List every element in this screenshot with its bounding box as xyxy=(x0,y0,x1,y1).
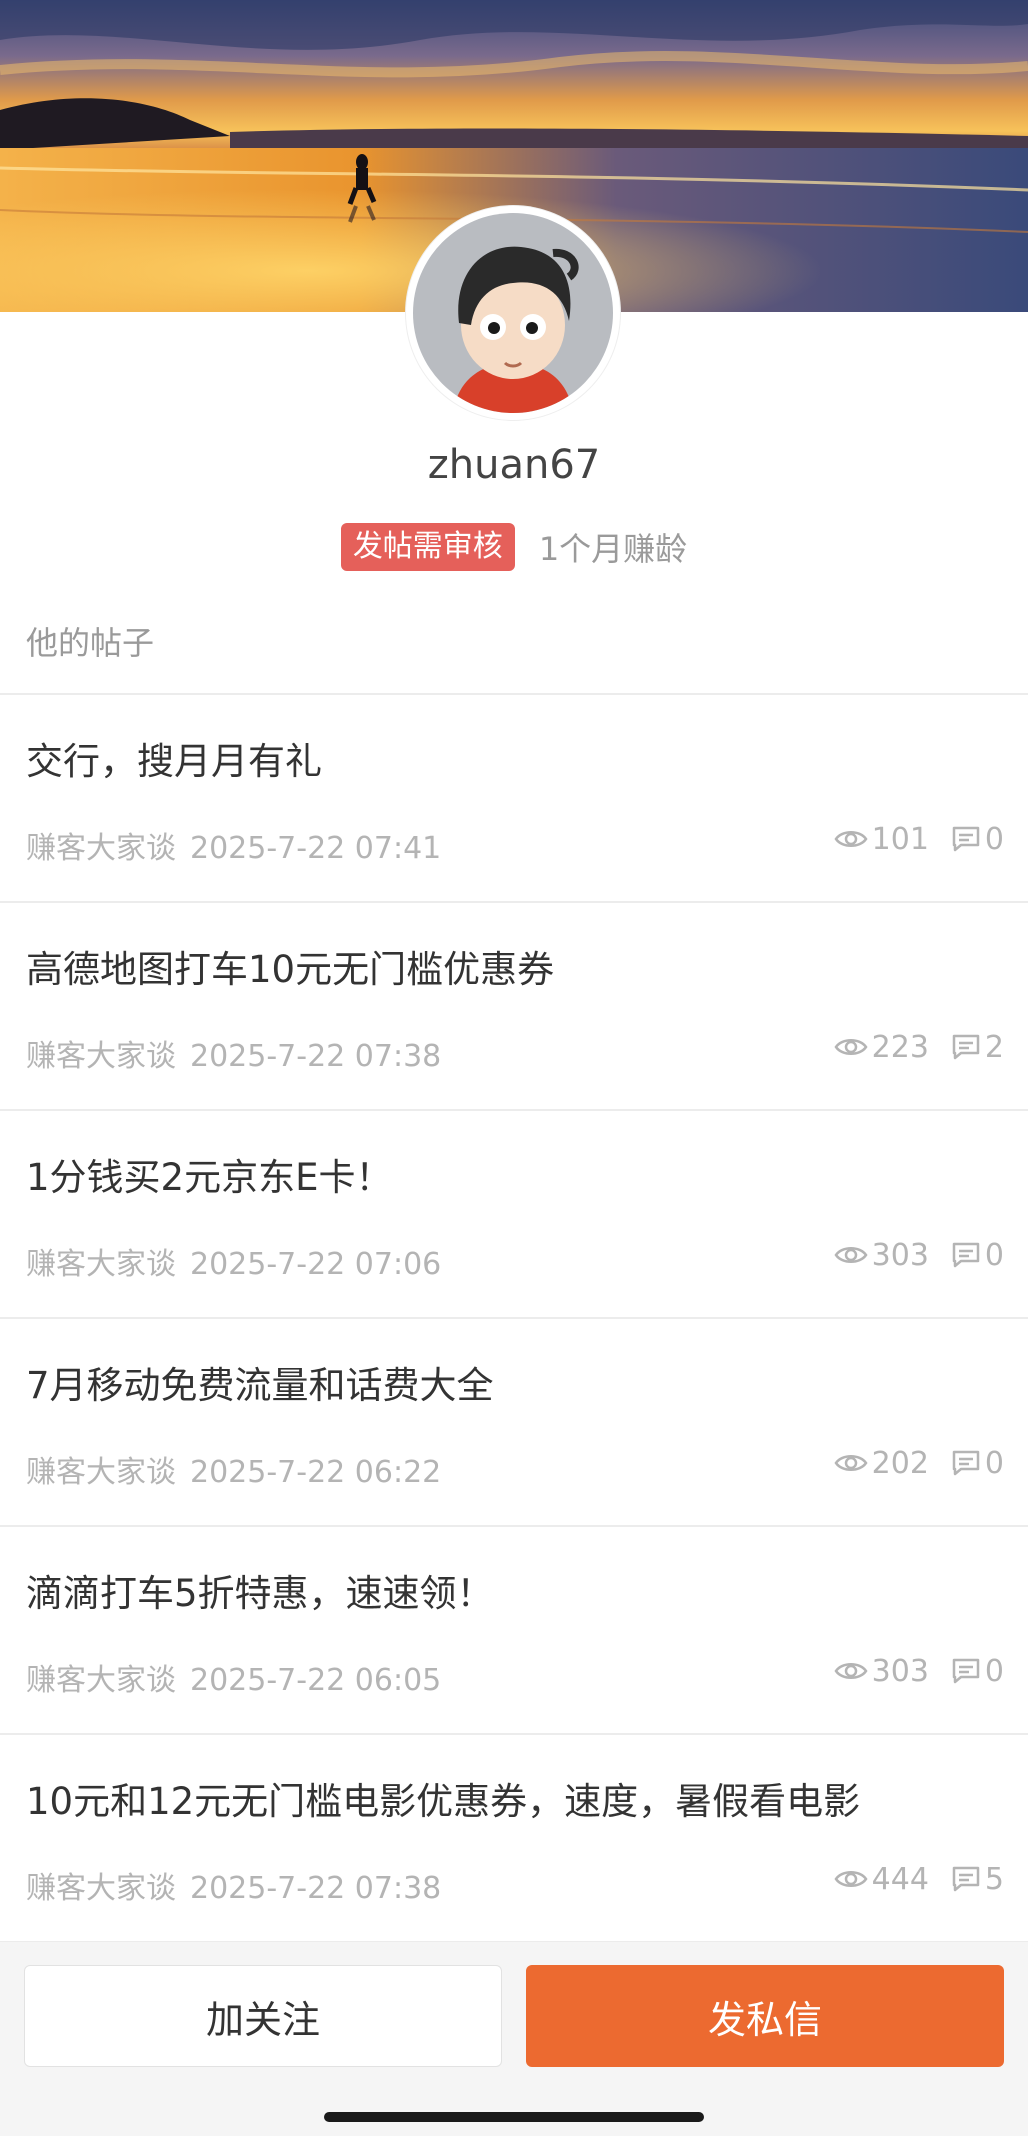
post-stats: 303 0 xyxy=(834,1235,1004,1275)
comment-icon xyxy=(952,1450,980,1476)
post-date: 2025-7-22 07:38 xyxy=(190,1039,442,1074)
bottom-action-bar: 加关注 发私信 xyxy=(0,1942,1028,2136)
comment-count-value: 5 xyxy=(984,1861,1004,1897)
post-stats: 223 2 xyxy=(834,1027,1004,1067)
section-title: 他的帖子 xyxy=(26,624,155,662)
view-count-value: 101 xyxy=(871,821,929,857)
home-indicator[interactable] xyxy=(324,2112,704,2122)
view-count: 202 xyxy=(834,1446,929,1481)
post-date: 2025-7-22 06:05 xyxy=(190,1663,442,1698)
comment-count-value: 0 xyxy=(984,1445,1004,1481)
username: zhuan67 xyxy=(427,442,601,488)
post-meta: 赚客大家谈 2025-7-22 07:38 xyxy=(26,1863,441,1907)
post-category: 赚客大家谈 xyxy=(26,831,176,866)
post-list: 交行，搜月月有礼 赚客大家谈 2025-7-22 07:41 101 0 高德地图… xyxy=(0,693,1028,1943)
post-category: 赚客大家谈 xyxy=(26,1871,176,1906)
post-item[interactable]: 7月移动免费流量和话费大全 赚客大家谈 2025-7-22 06:22 202 0 xyxy=(0,1319,1028,1527)
comment-count-value: 0 xyxy=(984,1237,1004,1273)
post-title[interactable]: 7月移动免费流量和话费大全 xyxy=(26,1355,494,1409)
eye-icon xyxy=(834,1247,868,1263)
view-count: 223 xyxy=(834,1030,929,1065)
post-item[interactable]: 1分钱买2元京东E卡！ 赚客大家谈 2025-7-22 07:06 303 0 xyxy=(0,1111,1028,1319)
follow-button[interactable]: 加关注 xyxy=(24,1965,502,2067)
comment-icon xyxy=(952,1242,980,1268)
post-date: 2025-7-22 06:22 xyxy=(190,1455,442,1490)
eye-icon xyxy=(834,1663,868,1679)
post-meta: 赚客大家谈 2025-7-22 07:38 xyxy=(26,1031,441,1075)
eye-icon xyxy=(834,1455,868,1471)
post-date: 2025-7-22 07:06 xyxy=(190,1247,442,1282)
post-item[interactable]: 交行，搜月月有礼 赚客大家谈 2025-7-22 07:41 101 0 xyxy=(0,695,1028,903)
view-count-value: 444 xyxy=(871,1861,929,1897)
comment-count: 0 xyxy=(951,1238,1004,1273)
post-stats: 303 0 xyxy=(834,1651,1004,1691)
post-title[interactable]: 10元和12元无门槛电影优惠券，速度，暑假看电影 xyxy=(26,1771,860,1825)
post-category: 赚客大家谈 xyxy=(26,1663,176,1698)
post-title[interactable]: 交行，搜月月有礼 xyxy=(26,731,322,785)
comment-count-value: 2 xyxy=(984,1029,1004,1065)
view-count: 303 xyxy=(834,1654,929,1689)
post-title[interactable]: 高德地图打车10元无门槛优惠券 xyxy=(26,939,554,993)
post-title[interactable]: 1分钱买2元京东E卡！ xyxy=(26,1147,392,1201)
post-item[interactable]: 10元和12元无门槛电影优惠券，速度，暑假看电影 赚客大家谈 2025-7-22 … xyxy=(0,1735,1028,1943)
view-count-value: 303 xyxy=(871,1237,929,1273)
comment-count: 0 xyxy=(951,1654,1004,1689)
comment-icon xyxy=(952,1866,980,1892)
view-count: 101 xyxy=(834,822,929,857)
view-count-value: 223 xyxy=(871,1029,929,1065)
view-count-value: 202 xyxy=(871,1445,929,1481)
send-message-button[interactable]: 发私信 xyxy=(526,1965,1004,2067)
post-category: 赚客大家谈 xyxy=(26,1247,176,1282)
post-category: 赚客大家谈 xyxy=(26,1455,176,1490)
member-age: 1个月赚龄 xyxy=(538,530,688,568)
view-count: 444 xyxy=(834,1862,929,1897)
profile-meta: 发帖需审核 1个月赚龄 xyxy=(0,522,1028,572)
comment-count: 2 xyxy=(951,1030,1004,1065)
post-date: 2025-7-22 07:41 xyxy=(190,831,442,866)
post-date: 2025-7-22 07:38 xyxy=(190,1871,442,1906)
comment-icon xyxy=(952,1658,980,1684)
comment-count: 5 xyxy=(951,1862,1004,1897)
comment-count-value: 0 xyxy=(984,821,1004,857)
post-stats: 202 0 xyxy=(834,1443,1004,1483)
view-count-value: 303 xyxy=(871,1653,929,1689)
post-meta: 赚客大家谈 2025-7-22 06:05 xyxy=(26,1655,441,1699)
post-title[interactable]: 滴滴打车5折特惠，速速领！ xyxy=(26,1563,494,1617)
comment-icon xyxy=(952,1034,980,1060)
post-stats: 101 0 xyxy=(834,819,1004,859)
post-meta: 赚客大家谈 2025-7-22 06:22 xyxy=(26,1447,441,1491)
view-count: 303 xyxy=(834,1238,929,1273)
comment-count: 0 xyxy=(951,1446,1004,1481)
post-stats: 444 5 xyxy=(834,1859,1004,1899)
post-item[interactable]: 高德地图打车10元无门槛优惠券 赚客大家谈 2025-7-22 07:38 223… xyxy=(0,903,1028,1111)
post-meta: 赚客大家谈 2025-7-22 07:06 xyxy=(26,1239,441,1283)
post-meta: 赚客大家谈 2025-7-22 07:41 xyxy=(26,823,441,867)
avatar[interactable] xyxy=(406,206,620,420)
eye-icon xyxy=(834,1871,868,1887)
post-item[interactable]: 滴滴打车5折特惠，速速领！ 赚客大家谈 2025-7-22 06:05 303 0 xyxy=(0,1527,1028,1735)
review-required-badge: 发帖需审核 xyxy=(340,523,515,571)
comment-icon xyxy=(952,826,980,852)
comment-count: 0 xyxy=(951,822,1004,857)
comment-count-value: 0 xyxy=(984,1653,1004,1689)
post-category: 赚客大家谈 xyxy=(26,1039,176,1074)
eye-icon xyxy=(834,831,868,847)
eye-icon xyxy=(834,1039,868,1055)
